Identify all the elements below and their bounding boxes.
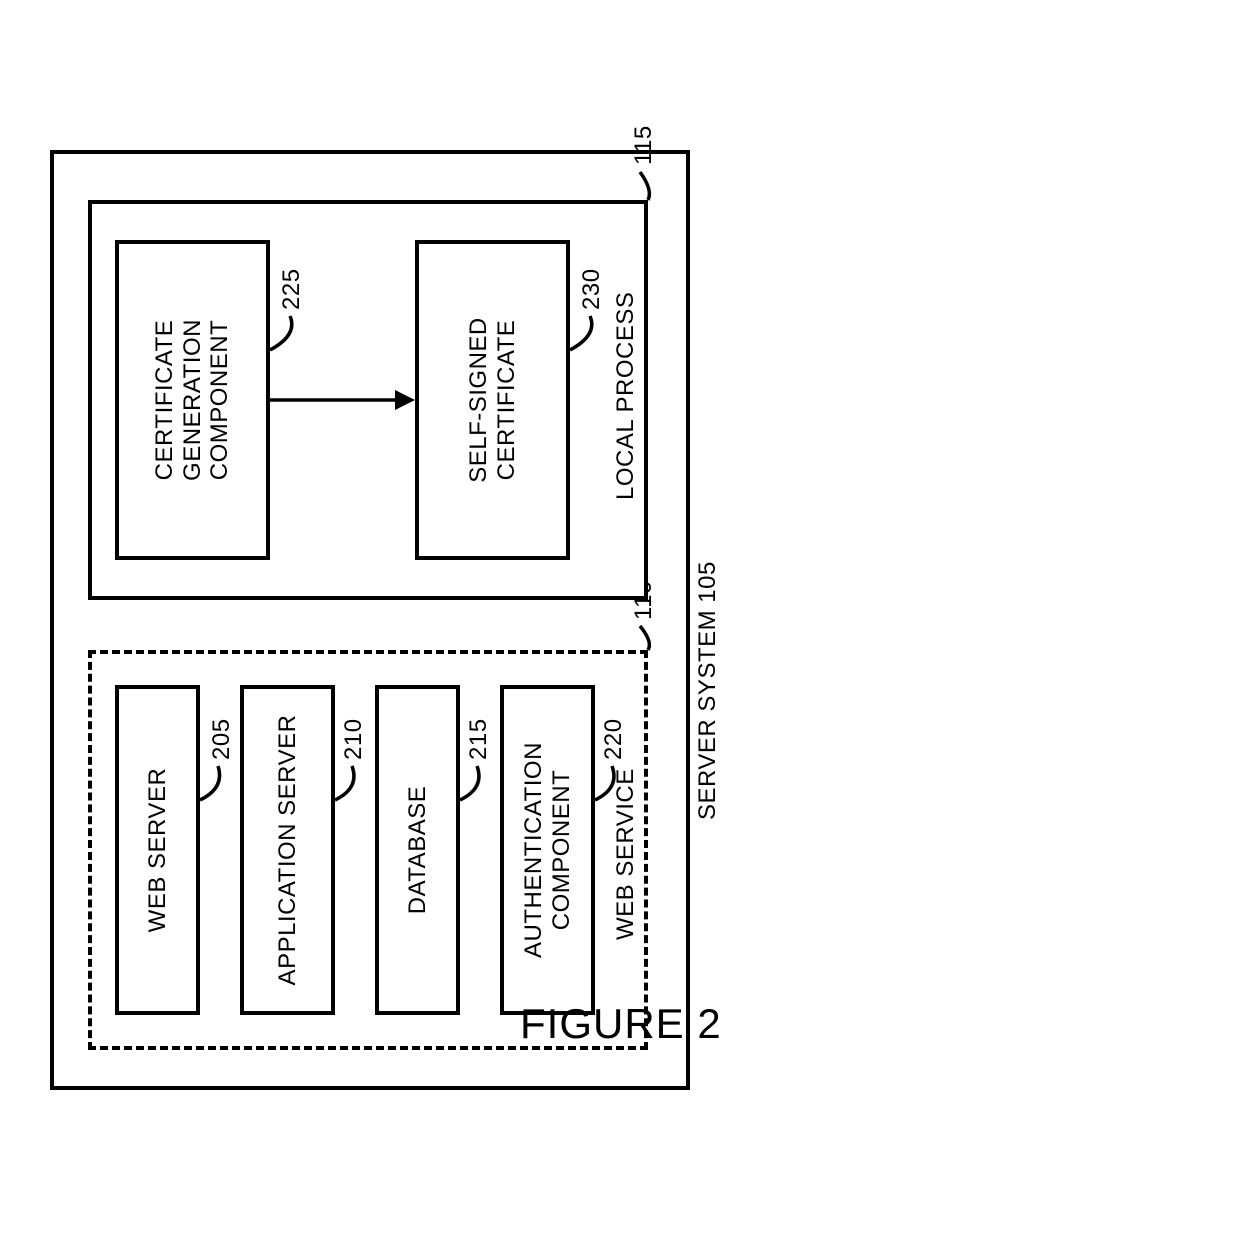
self-signed-ref: 230 [578, 268, 606, 310]
server-system-label: SERVER SYSTEM 105 [694, 561, 722, 820]
diagram-stage: SERVER SYSTEM 105 WEB SERVICE 110 WEB SE… [0, 0, 1095, 1240]
auth-ref: 220 [600, 718, 628, 760]
database-label: DATABASE [404, 786, 432, 914]
web-server-box: WEB SERVER [115, 685, 200, 1015]
cert-gen-box: CERTIFICATE GENERATION COMPONENT [115, 240, 270, 560]
local-process-ref: 115 [630, 125, 658, 165]
app-server-ref: 210 [340, 718, 368, 760]
web-server-label: WEB SERVER [144, 768, 172, 933]
self-signed-label: SELF-SIGNED CERTIFICATE [465, 252, 520, 548]
auth-box: AUTHENTICATION COMPONENT [500, 685, 595, 1015]
cert-gen-ref: 225 [278, 268, 306, 310]
database-box: DATABASE [375, 685, 460, 1015]
figure-caption: FIGURE 2 [520, 1000, 722, 1048]
app-server-box: APPLICATION SERVER [240, 685, 335, 1015]
local-process-label: LOCAL PROCESS [612, 292, 640, 500]
self-signed-box: SELF-SIGNED CERTIFICATE [415, 240, 570, 560]
app-server-label: APPLICATION SERVER [274, 715, 302, 986]
web-server-ref: 205 [208, 718, 236, 760]
cert-gen-label: CERTIFICATE GENERATION COMPONENT [151, 252, 234, 548]
auth-label: AUTHENTICATION COMPONENT [520, 697, 575, 1003]
web-service-label: WEB SERVICE [612, 768, 640, 940]
database-ref: 215 [465, 718, 493, 760]
